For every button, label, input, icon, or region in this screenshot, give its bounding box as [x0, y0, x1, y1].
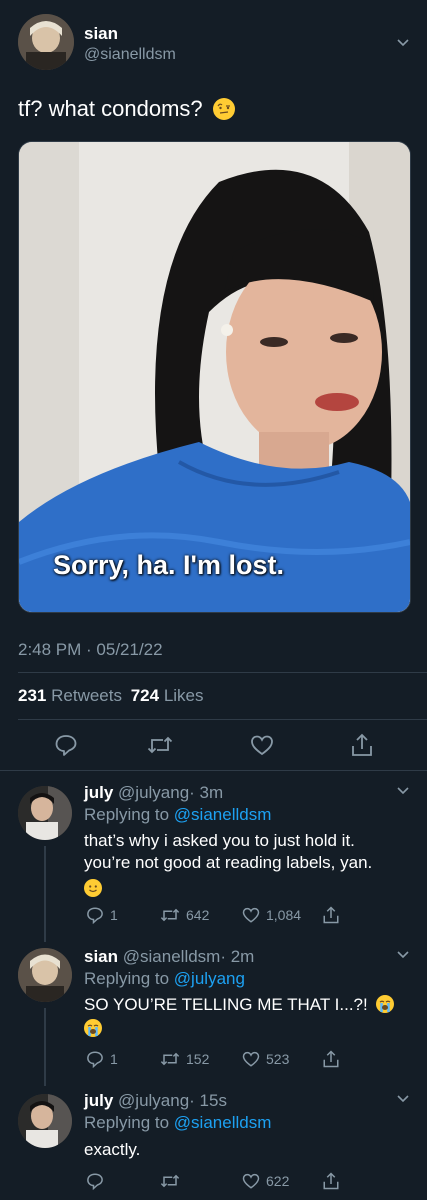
reply-text: exactly. [84, 1140, 141, 1159]
reply-icon[interactable] [86, 1172, 104, 1190]
share-icon[interactable] [322, 1171, 340, 1191]
author-name[interactable]: july [84, 783, 113, 802]
avatar[interactable] [18, 14, 74, 70]
like-heart-icon[interactable] [250, 733, 274, 757]
reply-text-line: SO YOU’RE TELLING ME THAT I...?! [84, 995, 368, 1014]
like-heart-icon[interactable] [242, 1172, 260, 1190]
reply-icon[interactable] [54, 733, 78, 757]
slightly-smiling-face-emoji-icon [84, 879, 102, 897]
retweet-icon[interactable] [160, 1172, 180, 1190]
like-action[interactable]: 622 [242, 1172, 289, 1190]
avatar[interactable] [18, 786, 72, 840]
share-icon[interactable] [350, 732, 374, 758]
raised-eyebrow-emoji-icon [212, 98, 235, 120]
share-icon[interactable] [322, 1049, 340, 1069]
like-count: 523 [266, 1051, 290, 1067]
tweet-image[interactable]: Sorry, ha. I'm lost. [18, 141, 411, 613]
tweet-timestamp[interactable]: 2:48 PM · 05/21/22 [18, 640, 163, 660]
chevron-down-icon[interactable] [396, 36, 410, 50]
chevron-down-icon[interactable] [396, 948, 410, 962]
avatar[interactable] [18, 1094, 72, 1148]
image-caption: Sorry, ha. I'm lost. [53, 550, 284, 580]
retweet-action[interactable]: 642 [160, 906, 209, 924]
author-handle[interactable]: @julyang [118, 783, 189, 802]
tweet-text-container: tf? what condoms? [18, 96, 235, 122]
engagement-stats: 231 Retweets 724 Likes [18, 686, 204, 706]
author-handle[interactable]: @sianelldsm [84, 46, 176, 64]
reply-action[interactable]: 1 [86, 1050, 118, 1068]
like-heart-icon[interactable] [242, 1050, 260, 1068]
like-action[interactable]: 523 [242, 1050, 289, 1068]
retweet-action[interactable]: 152 [160, 1050, 209, 1068]
reply-action[interactable]: 1 [86, 906, 118, 924]
divider [18, 672, 427, 673]
loudly-crying-face-emoji-icon [84, 1019, 102, 1037]
reply-time[interactable]: · 2m [220, 947, 254, 966]
like-count: 622 [266, 1173, 290, 1189]
like-count: 1,084 [266, 907, 302, 923]
thread-line [44, 1008, 46, 1086]
replying-to-label: Replying to [84, 805, 170, 824]
reply-text-line: you’re not good at reading labels, yan. [84, 853, 373, 872]
author-handle[interactable]: @julyang [118, 1091, 189, 1110]
retweet-icon[interactable] [147, 733, 173, 757]
like-heart-icon[interactable] [242, 906, 260, 924]
retweet-icon[interactable] [160, 906, 180, 924]
avatar[interactable] [18, 948, 72, 1002]
reply-time[interactable]: · 3m [189, 783, 223, 802]
replying-to-handle[interactable]: @julyang [174, 969, 245, 988]
divider [0, 770, 427, 771]
chevron-down-icon[interactable] [396, 1092, 410, 1106]
retweets-label[interactable]: Retweets [51, 686, 122, 705]
reply-time[interactable]: · 15s [189, 1091, 227, 1110]
replying-to-label: Replying to [84, 1113, 170, 1132]
chevron-down-icon[interactable] [396, 784, 410, 798]
author-name[interactable]: sian [84, 24, 118, 44]
retweet-icon[interactable] [160, 1050, 180, 1068]
share-icon[interactable] [322, 905, 340, 925]
like-action[interactable]: 1,084 [242, 906, 301, 924]
reply-text-line: that’s why i asked you to just hold it. [84, 831, 355, 850]
author-name[interactable]: sian [84, 947, 118, 966]
retweets-count[interactable]: 231 [18, 686, 46, 705]
likes-label[interactable]: Likes [164, 686, 204, 705]
reply-count: 1 [110, 1051, 118, 1067]
likes-count[interactable]: 724 [131, 686, 159, 705]
reply-text: SO YOU’RE TELLING ME THAT I...?! [84, 994, 404, 1040]
replying-to-label: Replying to [84, 969, 170, 988]
divider [18, 719, 427, 720]
author-handle[interactable]: @sianelldsm [123, 947, 221, 966]
reply-icon[interactable] [86, 1050, 104, 1068]
author-name[interactable]: july [84, 1091, 113, 1110]
retweet-count: 152 [186, 1051, 210, 1067]
tweet-text: tf? what condoms? [18, 96, 203, 121]
replying-to-handle[interactable]: @sianelldsm [174, 1113, 272, 1132]
replying-to-handle[interactable]: @sianelldsm [174, 805, 272, 824]
retweet-count: 642 [186, 907, 210, 923]
meme-photo [19, 142, 410, 612]
reply-text: that’s why i asked you to just hold it. … [84, 830, 372, 900]
reply-count: 1 [110, 907, 118, 923]
loudly-crying-face-emoji-icon [376, 995, 395, 1013]
thread-line [44, 846, 46, 942]
reply-icon[interactable] [86, 906, 104, 924]
